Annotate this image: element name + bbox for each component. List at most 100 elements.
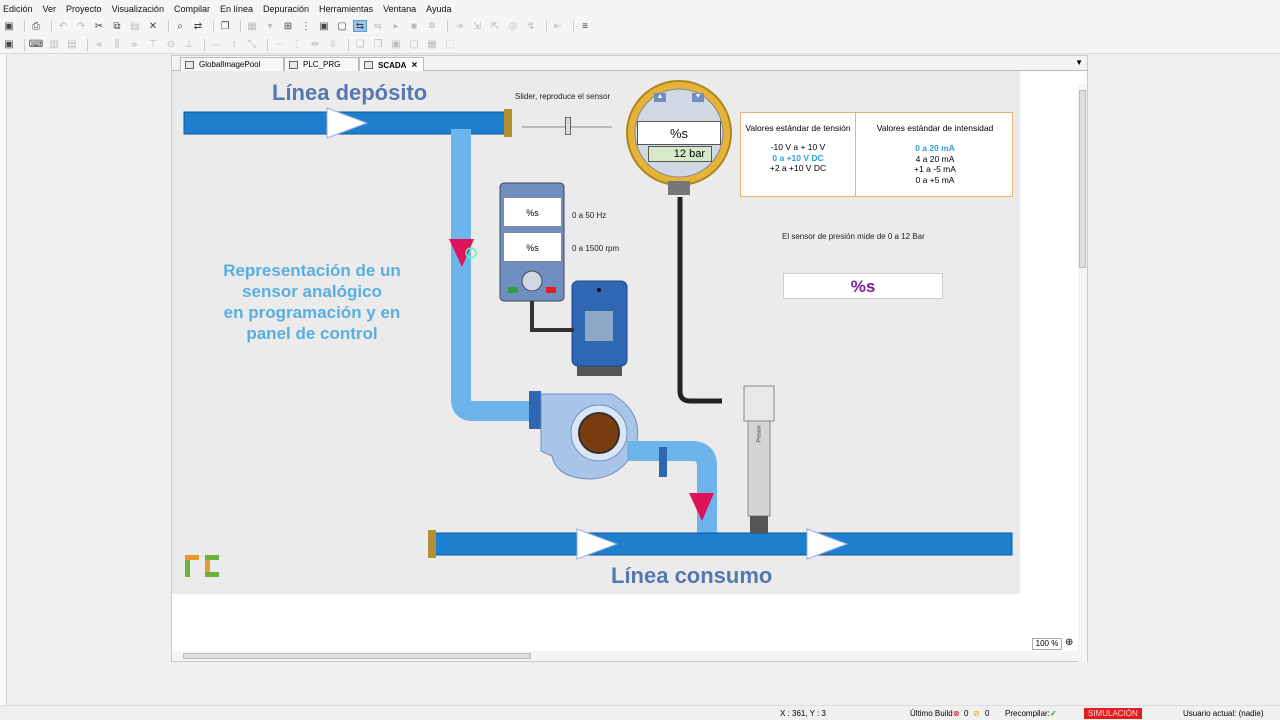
vfd-cable bbox=[530, 301, 574, 332]
tab-label: PLC_PRG bbox=[303, 60, 341, 69]
write-icon[interactable]: ⇤ bbox=[551, 20, 565, 32]
stop-icon[interactable]: ■ bbox=[407, 20, 421, 32]
find-icon[interactable]: ⌕ bbox=[173, 20, 187, 32]
bring-front-icon[interactable]: ❏ bbox=[353, 39, 367, 51]
pipe-flange bbox=[504, 109, 512, 137]
forward-icon[interactable]: ▣ bbox=[389, 39, 403, 51]
ungroup-icon[interactable]: ▤ bbox=[65, 39, 79, 51]
voltage-header: Valores estándar de tensión bbox=[745, 123, 851, 133]
breakpoint-icon[interactable]: ◎ bbox=[506, 20, 520, 32]
menu-ver[interactable]: Ver bbox=[43, 4, 57, 14]
elements-icon[interactable]: ▣ bbox=[317, 20, 331, 32]
vertical-scrollbar[interactable] bbox=[1078, 84, 1087, 662]
horizontal-scrollbar[interactable] bbox=[172, 651, 1087, 661]
current-row: 0 a 20 mA bbox=[915, 143, 955, 153]
toolbar-separator bbox=[168, 20, 169, 32]
current-column: Valores estándar de intensidad 0 a 20 mA… bbox=[856, 113, 1014, 196]
new-object-icon[interactable]: ⊞ bbox=[281, 20, 295, 32]
gauge-bar-value: 12 bar bbox=[648, 146, 712, 162]
scada-canvas[interactable]: Línea depósito Línea consumo Slider, rep… bbox=[172, 71, 1020, 594]
zoom-level[interactable]: 100 % bbox=[1032, 638, 1062, 650]
space-h-icon[interactable]: ⇹ bbox=[308, 39, 322, 51]
undo-icon[interactable]: ↶ bbox=[56, 20, 70, 32]
tab-plc-prg[interactable]: PLC_PRG bbox=[284, 57, 359, 71]
tab-scada[interactable]: SCADA × bbox=[359, 57, 424, 72]
align-top-icon[interactable]: ⊤ bbox=[146, 39, 160, 51]
send-back-icon[interactable]: ❐ bbox=[371, 39, 385, 51]
toolbar-options-icon[interactable]: ≡ bbox=[578, 20, 592, 32]
logo-f-top bbox=[185, 555, 199, 560]
group-icon[interactable]: ▥ bbox=[47, 39, 61, 51]
menu-herramientas[interactable]: Herramientas bbox=[319, 4, 373, 14]
align-center-icon[interactable]: ⫼ bbox=[110, 39, 124, 51]
same-height-icon[interactable]: ↕ bbox=[227, 39, 241, 51]
frame-select-icon[interactable]: ⬚ bbox=[443, 39, 457, 51]
zoom-icon[interactable]: ⊕ bbox=[1065, 637, 1073, 648]
vfd-stop-button bbox=[546, 287, 556, 293]
menu-compilar[interactable]: Compilar bbox=[174, 4, 210, 14]
offline-icon[interactable]: ⇋ bbox=[371, 20, 385, 32]
voltage-rows: -10 V a + 10 V 0 a +10 V DC +2 a +10 V D… bbox=[741, 142, 855, 174]
print-icon[interactable]: ⎙ bbox=[29, 20, 43, 32]
align-bottom-icon[interactable]: ⊥ bbox=[182, 39, 196, 51]
space-v-icon[interactable]: ⇳ bbox=[326, 39, 340, 51]
vfd-start-button bbox=[508, 287, 518, 293]
cursor-coordinates: X : 361, Y : 3 bbox=[780, 709, 826, 718]
sensor-head bbox=[743, 385, 775, 422]
redo-icon[interactable]: ↷ bbox=[74, 20, 88, 32]
menu-proyecto[interactable]: Proyecto bbox=[66, 4, 102, 14]
chevron-down-icon[interactable]: ▼ bbox=[692, 93, 704, 102]
save-all-icon[interactable]: ▣ bbox=[2, 39, 16, 51]
backward-icon[interactable]: ▢ bbox=[407, 39, 421, 51]
close-icon[interactable]: × bbox=[411, 60, 417, 71]
reset-icon[interactable]: ✲ bbox=[425, 20, 439, 32]
warning-count: 0 bbox=[985, 709, 990, 718]
keyboard-icon[interactable]: ⌨ bbox=[29, 39, 43, 51]
replace-icon[interactable]: ⇄ bbox=[191, 20, 205, 32]
toolbar-separator bbox=[51, 20, 52, 32]
menu-ayuda[interactable]: Ayuda bbox=[426, 4, 451, 14]
distribute-h-icon[interactable]: ⋯ bbox=[272, 39, 286, 51]
chevron-up-icon[interactable]: ▲ bbox=[654, 93, 666, 102]
step-out-icon[interactable]: ⇱ bbox=[488, 20, 502, 32]
frame-icon[interactable]: ▢ bbox=[335, 20, 349, 32]
online-icon[interactable]: ⇆ bbox=[353, 20, 367, 32]
cut-icon[interactable]: ✂ bbox=[92, 20, 106, 32]
tab-globalimagepool[interactable]: GlobalImagePool bbox=[180, 57, 284, 71]
vertical-scroll-thumb[interactable] bbox=[1079, 90, 1086, 268]
paste-icon[interactable]: ▤ bbox=[128, 20, 142, 32]
vfd-speed-range: 0 a 1500 rpm bbox=[572, 244, 620, 253]
align-right-icon[interactable]: ⫸ bbox=[128, 39, 142, 51]
menu-en-linea[interactable]: En línea bbox=[220, 4, 253, 14]
align-left-icon[interactable]: ⫷ bbox=[92, 39, 106, 51]
save-icon[interactable]: ▣ bbox=[2, 20, 16, 32]
align-middle-icon[interactable]: ⊝ bbox=[164, 39, 178, 51]
step-into-icon[interactable]: ⇲ bbox=[470, 20, 484, 32]
menu-ventana[interactable]: Ventana bbox=[383, 4, 416, 14]
left-panel-edge[interactable] bbox=[0, 55, 7, 705]
grid-icon[interactable]: ▦ bbox=[245, 20, 259, 32]
force-icon[interactable]: ↯ bbox=[524, 20, 538, 32]
same-size-icon[interactable]: ⤡ bbox=[245, 39, 259, 51]
tab-list-chevron-down-icon[interactable]: ▼ bbox=[1075, 58, 1083, 67]
menu-edicion[interactable]: Edición bbox=[3, 4, 33, 14]
distribute-v-icon[interactable]: ⋮ bbox=[290, 39, 304, 51]
pressure-slider-handle[interactable] bbox=[565, 117, 571, 135]
voltage-row: +2 a +10 V DC bbox=[769, 163, 827, 173]
menu-visualizacion[interactable]: Visualización bbox=[112, 4, 164, 14]
play-icon[interactable]: ▸ bbox=[389, 20, 403, 32]
dropdown-icon[interactable]: ▾ bbox=[263, 20, 277, 32]
toolbar-separator bbox=[24, 38, 25, 51]
horizontal-scroll-thumb[interactable] bbox=[183, 653, 531, 659]
tab-strip: GlobalImagePool PLC_PRG SCADA × ▼ bbox=[172, 56, 1087, 72]
menu-depuracion[interactable]: Depuración bbox=[263, 4, 309, 14]
step-over-icon[interactable]: ⇥ bbox=[452, 20, 466, 32]
background-icon[interactable]: ▦ bbox=[425, 39, 439, 51]
delete-icon[interactable]: ✕ bbox=[146, 20, 160, 32]
same-width-icon[interactable]: ↔ bbox=[209, 39, 223, 51]
tree-icon[interactable]: ⋮ bbox=[299, 20, 313, 32]
window-icon[interactable]: ❐ bbox=[218, 20, 232, 32]
current-rows: 0 a 20 mA 4 a 20 mA +1 a -5 mA 0 a +5 mA bbox=[856, 143, 1014, 185]
copy-icon[interactable]: ⧉ bbox=[110, 20, 124, 32]
current-user: Usuario actual: (nadie) bbox=[1183, 709, 1264, 718]
